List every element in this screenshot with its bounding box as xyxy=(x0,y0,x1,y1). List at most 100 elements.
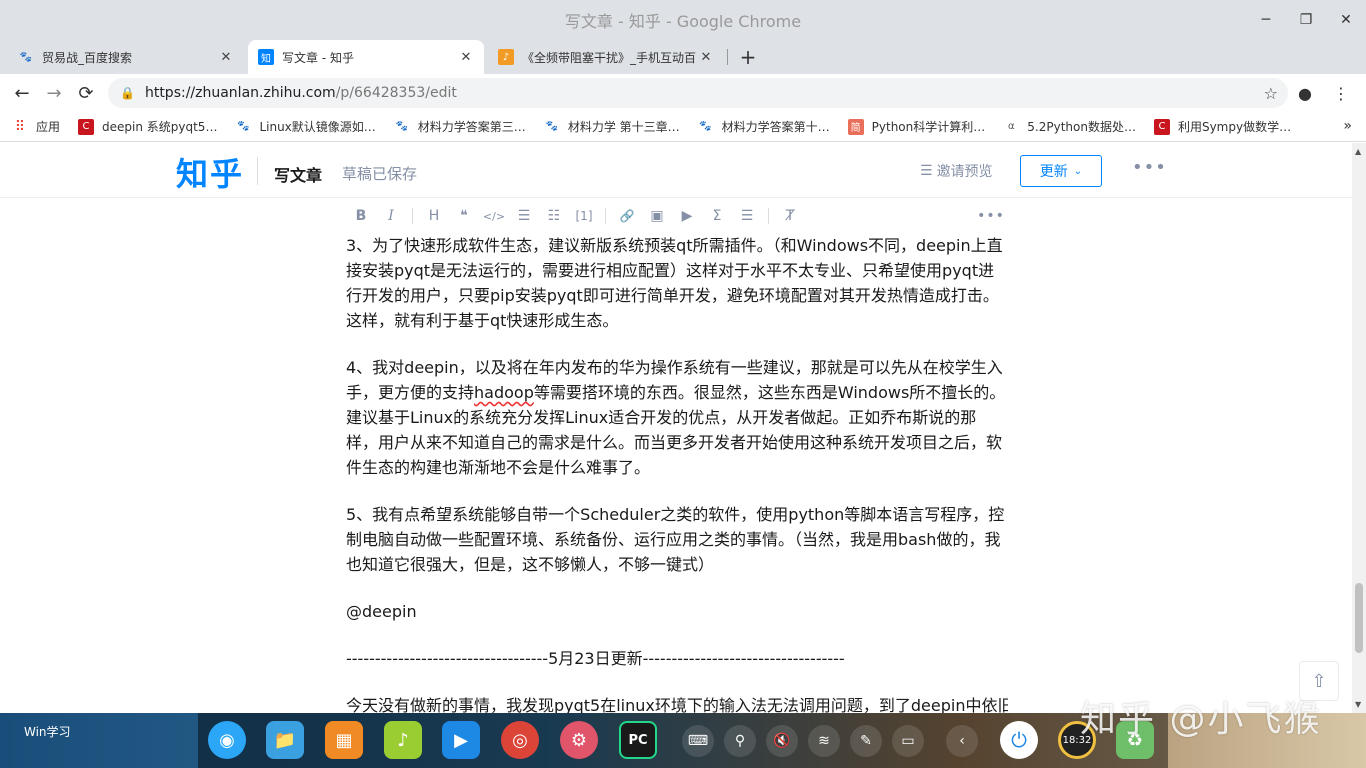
bold-icon[interactable]: B xyxy=(346,201,376,231)
pycharm-icon[interactable]: PC xyxy=(619,721,657,759)
bookmark-item[interactable]: 🐾 Linux默认镜像源如… xyxy=(235,118,376,135)
menu-icon[interactable]: ⋮ xyxy=(1326,78,1356,108)
bookmark-label: 5.2Python数据处… xyxy=(1027,120,1136,134)
header-divider xyxy=(257,157,258,185)
link-icon[interactable]: 🔗 xyxy=(612,201,642,231)
paragraph: 5、我有点希望系统能够自带一个Scheduler之类的软件，使用python等脚… xyxy=(346,505,1005,574)
wifi-icon[interactable]: ≋ xyxy=(808,725,840,757)
scroll-up-icon[interactable]: ▲ xyxy=(1355,147,1361,156)
bookmark-item[interactable]: 🐾 材料力学答案第十… xyxy=(698,118,830,135)
chrome-icon[interactable]: ◎ xyxy=(501,721,539,759)
alpha-icon: α xyxy=(1007,121,1015,132)
close-tab-icon[interactable]: ✕ xyxy=(218,50,234,65)
address-bar[interactable]: 🔒 https://zhuanlan.zhihu.com/p/66428353/… xyxy=(108,78,1288,108)
reload-icon[interactable]: ⟳ xyxy=(70,77,102,109)
keyboard-icon[interactable]: ⌨ xyxy=(682,725,714,757)
dock: ◉ 📁 ▦ ♪ ▶ ◎ ⚙ PC ⌨ ⚲ 🔇 ≋ ✎ ▭ ‹ ⏻ 18:32 ♻ xyxy=(198,713,1168,768)
paw-icon: 🐾 xyxy=(395,121,409,132)
tab-baike[interactable]: ♪ 《全频带阻塞干扰》_手机互动百 ✕ xyxy=(488,40,724,74)
bookmark-label: 利用Sympy做数学… xyxy=(1177,120,1292,134)
scrollbar-thumb[interactable] xyxy=(1355,583,1363,653)
bookmark-apps[interactable]: ⠿ 应用 xyxy=(12,118,60,135)
bookmark-label: deepin 系统pyqt5… xyxy=(102,120,218,134)
apps-grid-icon: ⠿ xyxy=(14,118,26,135)
preview-list-icon: ☰ xyxy=(920,163,933,179)
tab-label: 《全频带阻塞干扰》_手机互动百 xyxy=(522,50,697,65)
close-tab-icon[interactable]: ✕ xyxy=(458,50,474,65)
zhihu-header: 知乎 写文章 草稿已保存 ☰ 邀请预览 更新 ⌄ ••• xyxy=(0,143,1352,198)
divider-icon[interactable]: ☰ xyxy=(732,201,762,231)
code-icon[interactable]: </> xyxy=(479,201,509,231)
toolbar-right: ● ⋮ xyxy=(1290,78,1356,108)
bookmark-label: Python科学计算利… xyxy=(871,120,986,134)
paw-icon: 🐾 xyxy=(237,121,250,132)
music-icon[interactable]: ♪ xyxy=(384,721,422,759)
update-button[interactable]: 更新 ⌄ xyxy=(1020,155,1102,187)
window-controls: ─ ❐ ✕ xyxy=(1246,0,1366,40)
unordered-list-icon[interactable]: ☷ xyxy=(539,201,569,231)
minimize-icon[interactable]: ─ xyxy=(1246,0,1286,40)
tab-label: 写文章 - 知乎 xyxy=(282,50,354,65)
maximize-icon[interactable]: ❐ xyxy=(1286,0,1326,40)
formula-icon[interactable]: Σ xyxy=(702,201,732,231)
editor-more-icon[interactable]: ••• xyxy=(976,201,1006,231)
update-label: 更新 xyxy=(1039,164,1068,180)
tab-zhihu[interactable]: 知 写文章 - 知乎 ✕ xyxy=(248,40,484,74)
invite-preview-button[interactable]: ☰ 邀请预览 xyxy=(920,161,993,181)
bookmark-label: Linux默认镜像源如… xyxy=(259,120,376,134)
more-options-icon[interactable]: ••• xyxy=(1132,157,1167,178)
image-icon[interactable]: ▣ xyxy=(642,201,672,231)
bookmark-star-icon[interactable]: ☆ xyxy=(1264,84,1278,103)
heading-icon[interactable]: H xyxy=(419,201,449,231)
mention[interactable]: @deepin xyxy=(346,599,1008,624)
url-path: /p/66428353/edit xyxy=(335,85,457,101)
ordered-list-icon[interactable]: ☰ xyxy=(509,201,539,231)
power-icon[interactable]: ⏻ xyxy=(1000,721,1038,759)
close-icon[interactable]: ✕ xyxy=(1326,0,1366,40)
video-player-icon[interactable]: ▶ xyxy=(442,721,480,759)
forward-icon[interactable]: → xyxy=(38,77,70,109)
scroll-down-icon[interactable]: ▼ xyxy=(1355,700,1361,709)
zhihu-logo[interactable]: 知乎 xyxy=(176,149,244,195)
bookmark-label: 应用 xyxy=(36,120,61,134)
bookmark-label: 材料力学答案第三… xyxy=(417,120,526,134)
pen-icon[interactable]: ✎ xyxy=(850,725,882,757)
italic-icon[interactable]: I xyxy=(376,201,406,231)
bookmark-item[interactable]: C 利用Sympy做数学… xyxy=(1153,118,1292,135)
baike-icon: ♪ xyxy=(498,49,514,65)
invite-preview-label: 邀请预览 xyxy=(936,164,993,180)
new-tab-button[interactable]: + xyxy=(736,40,760,74)
battery-icon[interactable]: ▭ xyxy=(892,725,924,757)
clear-format-icon[interactable]: Ⱦ xyxy=(775,201,805,231)
video-icon[interactable]: ▶ xyxy=(672,201,702,231)
quote-icon[interactable]: ❝ xyxy=(449,201,479,231)
volume-mute-icon[interactable]: 🔇 xyxy=(766,725,798,757)
app-store-icon[interactable]: ▦ xyxy=(325,721,363,759)
tab-baidu[interactable]: 🐾 贸易战_百度搜索 ✕ xyxy=(8,40,244,74)
page-scrollbar[interactable]: ▲ ▼ xyxy=(1352,143,1366,713)
account-icon[interactable]: ● xyxy=(1290,78,1320,108)
window-title: 写文章 - 知乎 - Google Chrome xyxy=(564,12,802,31)
toolbar-separator xyxy=(605,208,606,224)
bookmark-item[interactable]: 🐾 材料力学答案第三… xyxy=(394,118,526,135)
csdn-icon: C xyxy=(1153,118,1170,135)
bookmark-item[interactable]: 简 Python科学计算利… xyxy=(847,118,986,135)
paragraph: 4、我对deepin，以及将在年内发布的华为操作系统有一些建议，那就是可以先从在… xyxy=(346,355,1008,480)
footnote-icon[interactable]: [1] xyxy=(569,201,599,231)
file-manager-icon[interactable]: 📁 xyxy=(266,721,304,759)
back-icon[interactable]: ← xyxy=(6,77,38,109)
article-body[interactable]: 3、为了快速形成软件生态，建议新版系统预装qt所需插件。（和Windows不同，… xyxy=(346,233,1008,713)
bookmark-label: 材料力学 第十三章… xyxy=(567,120,680,134)
bookmark-label: 材料力学答案第十… xyxy=(721,120,830,134)
bookmarks-overflow-icon[interactable]: » xyxy=(1343,118,1352,134)
launcher-icon[interactable]: ◉ xyxy=(208,721,246,759)
tray-expand-icon[interactable]: ‹ xyxy=(946,725,978,757)
url-text: https://zhuanlan.zhihu.com/p/66428353/ed… xyxy=(145,85,457,101)
close-tab-icon[interactable]: ✕ xyxy=(698,50,714,65)
bookmark-item[interactable]: 🐾 材料力学 第十三章… xyxy=(544,118,680,135)
settings-icon[interactable]: ⚙ xyxy=(560,721,598,759)
bookmark-item[interactable]: α 5.2Python数据处… xyxy=(1003,118,1136,135)
tab-label: 贸易战_百度搜索 xyxy=(42,50,133,65)
usb-icon[interactable]: ⚲ xyxy=(724,725,756,757)
bookmark-item[interactable]: C deepin 系统pyqt5… xyxy=(78,118,217,135)
